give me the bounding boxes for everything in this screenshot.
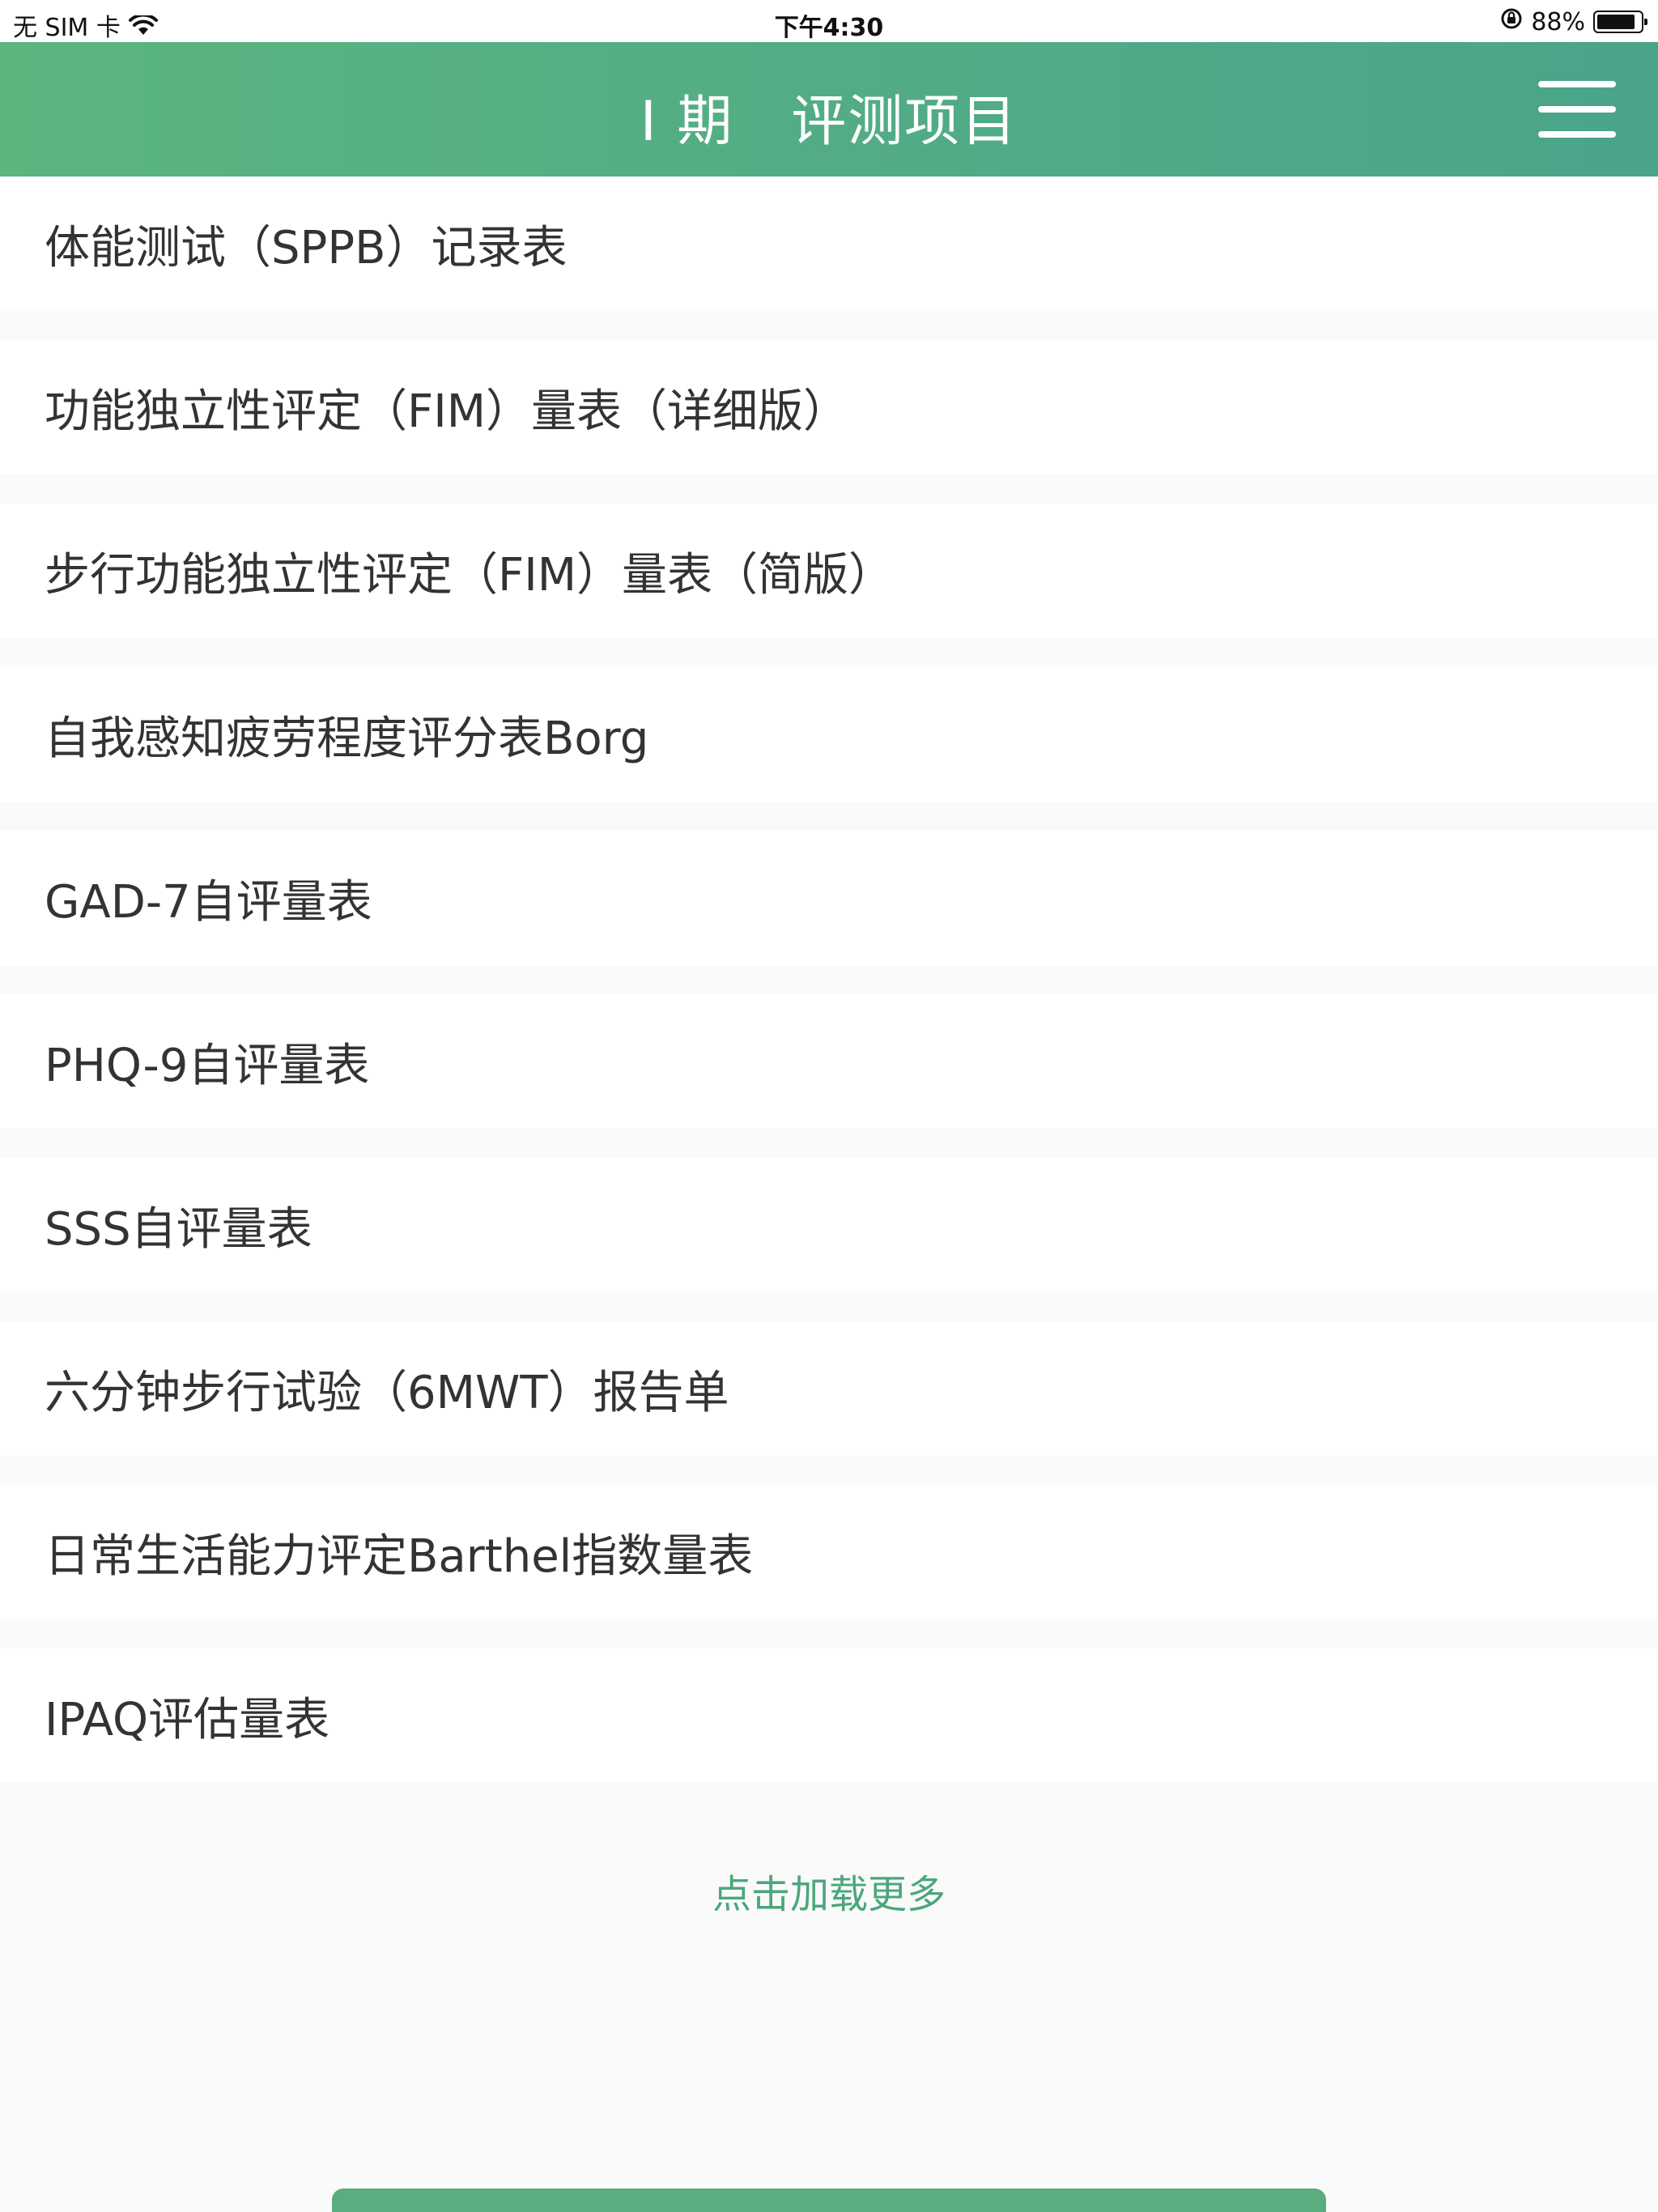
- list-item-label: GAD-7自评量表: [45, 875, 372, 929]
- assessment-list: 体能测试（SPPB）记录表功能独立性评定（FIM）量表（详细版） 步行功能独立性评…: [0, 177, 1658, 1783]
- menu-icon-line: [1538, 81, 1616, 87]
- status-right: 88%: [1500, 7, 1647, 36]
- list-item[interactable]: SSS自评量表: [0, 1158, 1658, 1292]
- list-item[interactable]: 六分钟步行试验（6MWT）报告单: [0, 1321, 1658, 1456]
- list-item-label: 六分钟步行试验（6MWT）报告单: [45, 1366, 729, 1419]
- list-item[interactable]: 步行功能独立性评定（FIM）量表（简版）: [0, 504, 1658, 638]
- list-item-label: 步行功能独立性评定（FIM）量表（简版）: [45, 548, 895, 602]
- list-item[interactable]: PHQ-9自评量表: [0, 994, 1658, 1129]
- list-item-label: IPAQ评估量表: [45, 1693, 330, 1746]
- menu-icon-line: [1538, 131, 1616, 138]
- list-item[interactable]: IPAQ评估量表: [0, 1648, 1658, 1783]
- list-item[interactable]: GAD-7自评量表: [0, 831, 1658, 965]
- list-item[interactable]: 体能测试（SPPB）记录表: [0, 177, 1658, 311]
- status-time: 下午4:30: [774, 14, 884, 42]
- list-item[interactable]: 日常生活能力评定Barthel指数量表: [0, 1485, 1658, 1619]
- list-item-label: 体能测试（SPPB）记录表: [45, 221, 568, 274]
- battery-icon: [1593, 11, 1647, 33]
- page-title: I 期 评测项目: [640, 90, 1018, 154]
- list-item-label: 自我感知疲劳程度评分表Borg: [45, 712, 649, 765]
- list-item-label: 功能独立性评定（FIM）量表（详细版）: [45, 385, 849, 438]
- list-item-label: PHQ-9自评量表: [45, 1039, 370, 1092]
- status-bar: 无 SIM 卡 下午4:30 88%: [0, 0, 1658, 42]
- bottom-bar[interactable]: [332, 2189, 1326, 2212]
- battery-tip: [1644, 19, 1647, 25]
- load-more-button[interactable]: 点击加载更多: [0, 1862, 1658, 1919]
- list-item-label: 日常生活能力评定Barthel指数量表: [45, 1529, 754, 1583]
- list-item[interactable]: 功能独立性评定（FIM）量表（详细版）: [0, 340, 1658, 474]
- list-item[interactable]: 自我感知疲劳程度评分表Borg: [0, 667, 1658, 802]
- battery-fill: [1597, 15, 1635, 29]
- menu-button[interactable]: [1538, 73, 1616, 146]
- header-bar: I 期 评测项目: [0, 42, 1658, 177]
- list-item-label: SSS自评量表: [45, 1202, 312, 1256]
- orientation-lock-icon: [1500, 7, 1523, 36]
- battery-percent: 88%: [1531, 7, 1585, 36]
- menu-icon-line: [1538, 106, 1616, 113]
